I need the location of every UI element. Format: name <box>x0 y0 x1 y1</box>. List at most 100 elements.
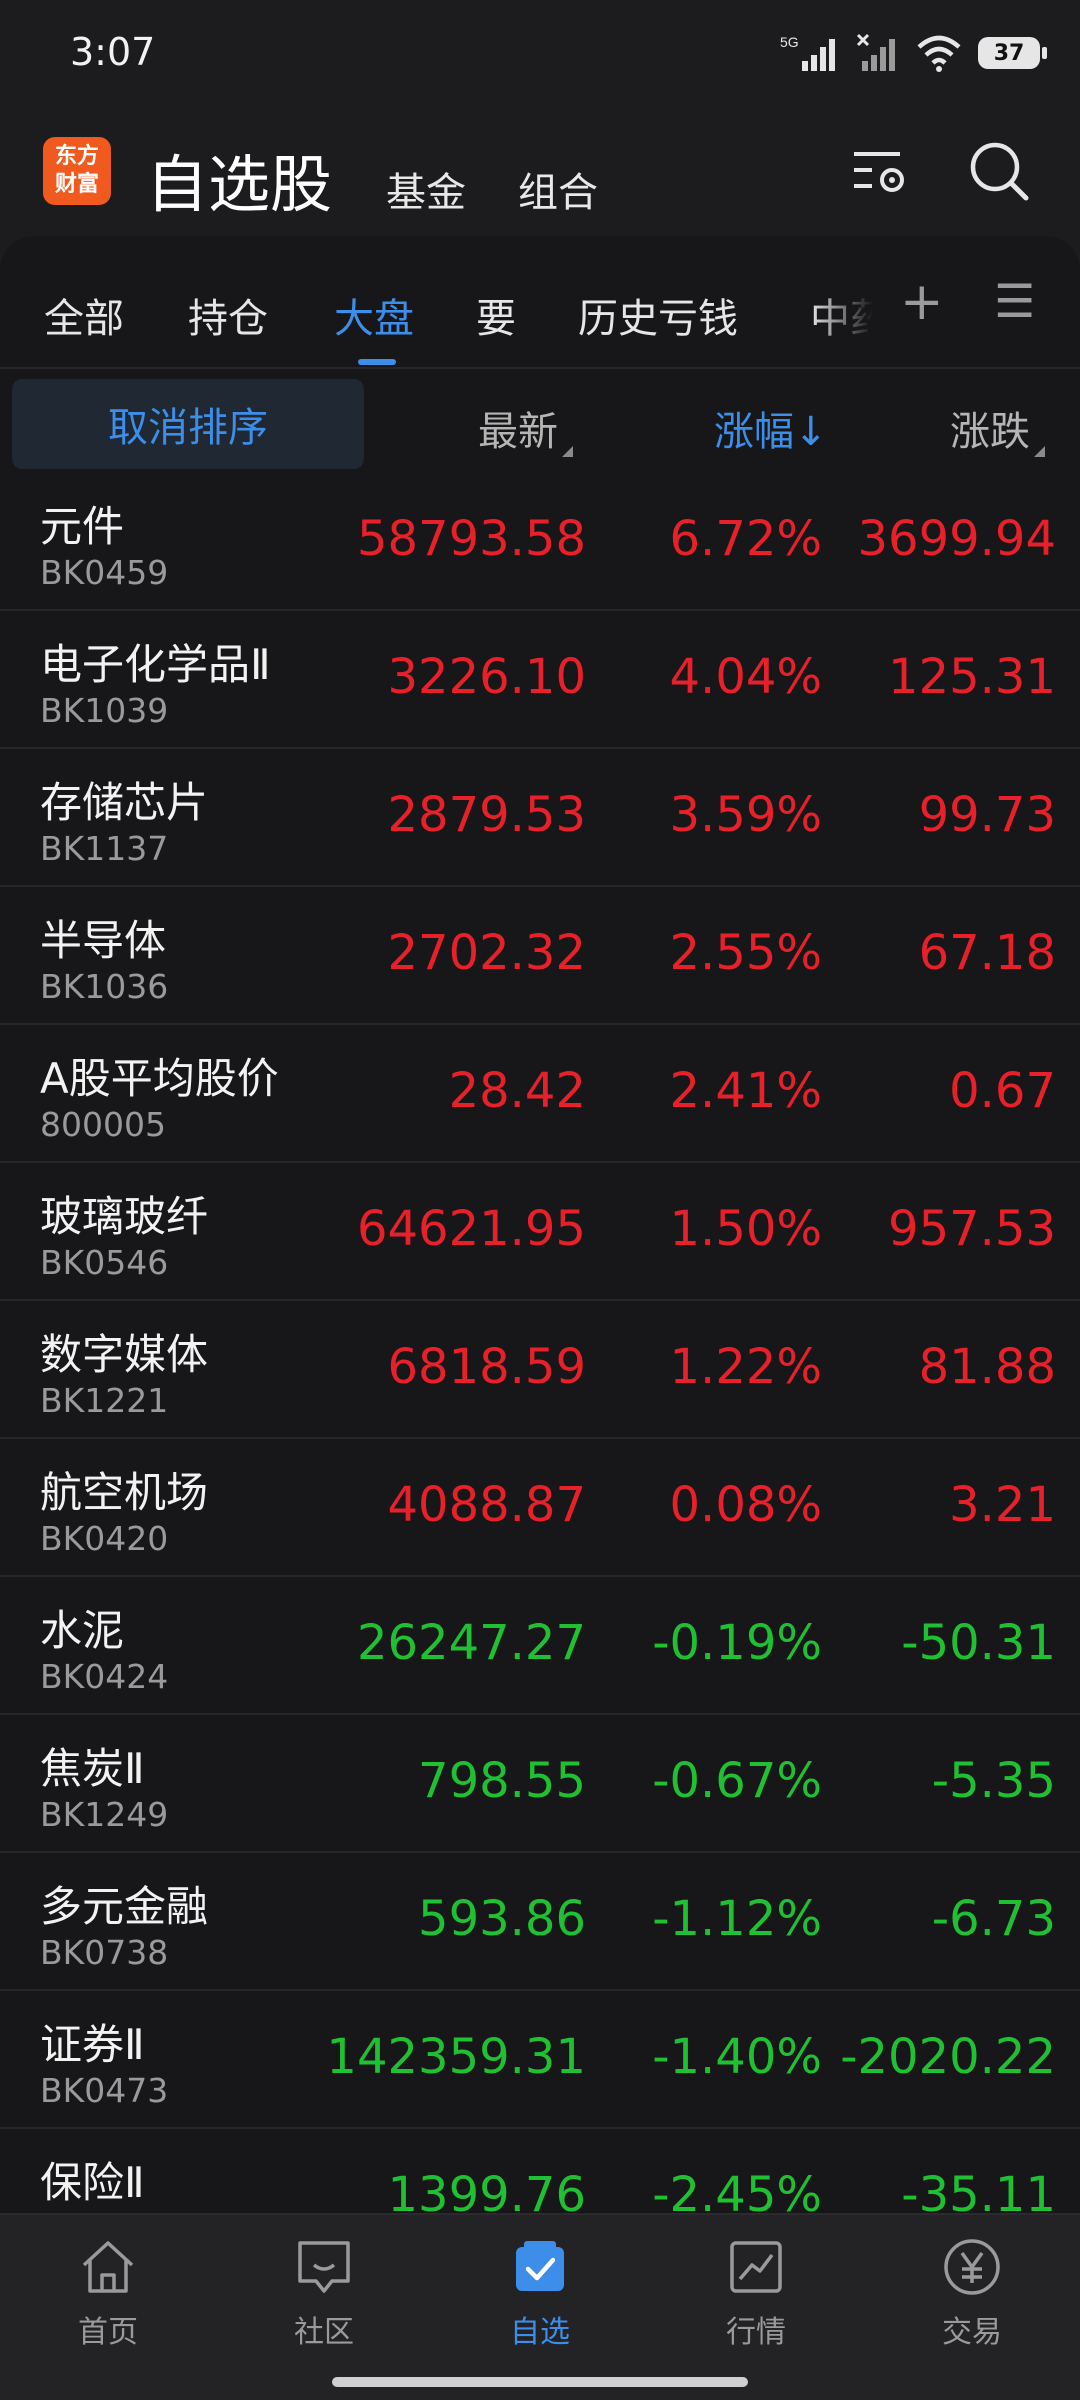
watchlist-icon <box>516 2241 564 2291</box>
stock-row[interactable]: 焦炭Ⅱ BK1249 798.55 -0.67% -5.35 <box>0 1715 1080 1853</box>
stock-change: -50.31 <box>901 1615 1056 1671</box>
stock-row[interactable]: 半导体 BK1036 2702.32 2.55% 67.18 <box>0 887 1080 1025</box>
nav-community[interactable]: 社区 <box>216 2215 432 2375</box>
stock-code: BK0738 <box>40 1933 169 1972</box>
battery-icon: 37 <box>978 37 1047 69</box>
stock-code: 800005 <box>40 1105 166 1144</box>
tab-menu-icon[interactable]: ☰ <box>994 274 1035 328</box>
stock-change: -2020.22 <box>840 2029 1056 2085</box>
settings-list-icon[interactable] <box>846 136 916 206</box>
stock-change-pct: 1.50% <box>669 1201 822 1257</box>
sort-desc-arrow-icon: ↓ <box>794 409 828 455</box>
stock-name: 玻璃玻纤 <box>40 1192 209 1241</box>
column-header-change-pct[interactable]: 涨幅↓ <box>714 399 828 457</box>
logo-line-2: 财富 <box>54 172 99 197</box>
stock-change-pct: -0.67% <box>652 1753 822 1809</box>
stock-latest-price: 593.86 <box>418 1891 586 1947</box>
page-title[interactable]: 自选股 <box>146 134 332 224</box>
yuan-trade-icon <box>944 2239 1000 2295</box>
header-tab-fund[interactable]: 基金 <box>386 160 466 218</box>
app-header: 东方 财富 自选股 基金 组合 <box>0 120 1080 235</box>
stock-code: BK1137 <box>40 829 169 868</box>
nav-watchlist-label: 自选 <box>510 2315 570 2350</box>
tab-fade-overlay <box>810 276 900 356</box>
nav-home[interactable]: 首页 <box>0 2215 216 2375</box>
cancel-sort-button[interactable]: 取消排序 <box>12 379 364 469</box>
stock-change: -6.73 <box>931 1891 1056 1947</box>
stock-row[interactable]: 数字媒体 BK1221 6818.59 1.22% 81.88 <box>0 1301 1080 1439</box>
network-type: 5G <box>780 34 799 50</box>
sort-indicator-icon <box>1034 446 1045 457</box>
nav-home-label: 首页 <box>78 2315 138 2350</box>
nav-watchlist[interactable]: 自选 <box>432 2215 648 2375</box>
nav-trade-label: 交易 <box>942 2315 1002 2350</box>
stock-latest-price: 4088.87 <box>387 1477 587 1533</box>
logo-line-1: 东方 <box>54 144 99 169</box>
status-time: 3:07 <box>70 30 156 74</box>
nav-trade[interactable]: 交易 <box>864 2215 1080 2375</box>
search-icon[interactable] <box>964 136 1034 206</box>
app-logo[interactable]: 东方 财富 <box>43 137 111 205</box>
tab-all[interactable]: 全部 <box>44 286 124 344</box>
stock-name: 电子化学品Ⅱ <box>40 640 271 689</box>
stock-name: 存储芯片 <box>40 778 209 827</box>
add-tab-icon[interactable]: + <box>900 272 944 332</box>
stock-row[interactable]: 水泥 BK0424 26247.27 -0.19% -50.31 <box>0 1577 1080 1715</box>
stock-change-pct: -1.12% <box>652 1891 822 1947</box>
stock-row[interactable]: 元件 BK0459 58793.58 6.72% 3699.94 <box>0 473 1080 611</box>
stock-row[interactable]: 证券Ⅱ BK0473 142359.31 -1.40% -2020.22 <box>0 1991 1080 2129</box>
stock-row[interactable]: 保险Ⅱ 1399.76 -2.45% -35.11 <box>0 2129 1080 2213</box>
tab-important[interactable]: 要 <box>476 286 516 344</box>
stock-row[interactable]: 存储芯片 BK1137 2879.53 3.59% 99.73 <box>0 749 1080 887</box>
tab-holdings[interactable]: 持仓 <box>188 286 268 344</box>
nav-community-label: 社区 <box>294 2315 354 2350</box>
tab-history-loss[interactable]: 历史亏钱 <box>578 286 738 344</box>
stock-row[interactable]: A股平均股价 800005 28.42 2.41% 0.67 <box>0 1025 1080 1163</box>
stock-name: 证券Ⅱ <box>40 2020 145 2069</box>
stock-name: 保险Ⅱ <box>40 2158 145 2207</box>
home-indicator <box>332 2377 748 2387</box>
column-header-change-label: 涨跌 <box>950 409 1030 455</box>
stock-latest-price: 2702.32 <box>387 925 587 981</box>
stock-code: BK1249 <box>40 1795 169 1834</box>
column-header-latest-label: 最新 <box>478 409 558 455</box>
stock-row[interactable]: 航空机场 BK0420 4088.87 0.08% 3.21 <box>0 1439 1080 1577</box>
stock-code: BK1221 <box>40 1381 169 1420</box>
stock-row[interactable]: 多元金融 BK0738 593.86 -1.12% -6.73 <box>0 1853 1080 1991</box>
column-header-latest[interactable]: 最新 <box>478 399 573 457</box>
sort-indicator-icon <box>562 446 573 457</box>
stock-change-pct: 2.55% <box>669 925 822 981</box>
stock-latest-price: 798.55 <box>418 1753 586 1809</box>
stock-code: BK0546 <box>40 1243 169 1282</box>
nav-market[interactable]: 行情 <box>648 2215 864 2375</box>
group-tabs: 全部 持仓 大盘 要 历史亏钱 中药 + ☰ <box>0 236 1080 366</box>
stock-change: 67.18 <box>918 925 1056 981</box>
column-header-change[interactable]: 涨跌 <box>950 399 1045 457</box>
stock-change-pct: 1.22% <box>669 1339 822 1395</box>
signal-5g-icon: 5G <box>780 34 835 71</box>
stock-latest-price: 142359.31 <box>326 2029 586 2085</box>
stock-code: BK0420 <box>40 1519 169 1558</box>
stock-code: BK0424 <box>40 1657 169 1696</box>
stock-change-pct: -2.45% <box>652 2167 822 2213</box>
wifi-icon <box>917 35 961 72</box>
stock-row[interactable]: 玻璃玻纤 BK0546 64621.95 1.50% 957.53 <box>0 1163 1080 1301</box>
stock-change: 957.53 <box>888 1201 1056 1257</box>
stock-latest-price: 1399.76 <box>387 2167 587 2213</box>
stock-latest-price: 58793.58 <box>356 511 586 567</box>
stock-code: BK0473 <box>40 2071 169 2110</box>
stock-name: 航空机场 <box>40 1468 209 1517</box>
stock-change-pct: 6.72% <box>669 511 822 567</box>
stock-change: 3.21 <box>949 1477 1056 1533</box>
stock-latest-price: 3226.10 <box>387 649 587 705</box>
nav-market-label: 行情 <box>726 2315 786 2350</box>
status-bar: 3:07 5G 37 <box>0 0 1080 110</box>
stock-row[interactable]: 电子化学品Ⅱ BK1039 3226.10 4.04% 125.31 <box>0 611 1080 749</box>
header-tab-portfolio[interactable]: 组合 <box>518 160 598 218</box>
stock-change: 125.31 <box>888 649 1056 705</box>
stock-change: 0.67 <box>949 1063 1056 1119</box>
stock-change-pct: 2.41% <box>669 1063 822 1119</box>
stock-change-pct: -0.19% <box>652 1615 822 1671</box>
active-tab-indicator <box>358 359 396 365</box>
tab-market[interactable]: 大盘 <box>334 286 414 344</box>
